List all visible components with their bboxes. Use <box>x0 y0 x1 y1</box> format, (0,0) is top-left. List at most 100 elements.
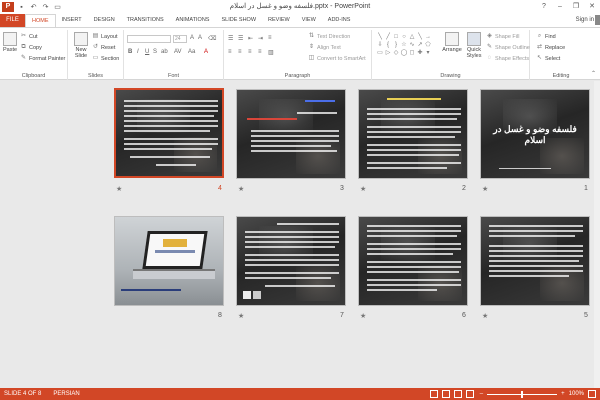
present-icon[interactable]: ▭ <box>53 3 62 12</box>
zoom-slider-thumb[interactable] <box>521 390 524 398</box>
tab-review[interactable]: REVIEW <box>262 14 296 27</box>
slide-show-view-icon[interactable] <box>465 390 474 398</box>
undo-icon[interactable]: ↶ <box>29 3 38 12</box>
sign-in-link[interactable]: Sign in <box>576 17 594 23</box>
transition-star-icon[interactable]: ★ <box>238 312 244 320</box>
increase-indent-icon[interactable]: ⇥ <box>258 35 263 42</box>
slide-thumbnail-4[interactable] <box>114 88 224 178</box>
shape-effects-button[interactable]: ◌ Shape Effects <box>486 55 529 62</box>
slide-thumbnail-5[interactable] <box>480 216 590 306</box>
transition-star-icon[interactable]: ★ <box>360 185 366 193</box>
align-text-button[interactable]: ⇕ Align Text <box>308 44 341 51</box>
tab-transitions[interactable]: TRANSITIONS <box>121 14 170 27</box>
zoom-percentage[interactable]: 100% <box>569 391 584 397</box>
bullets-icon[interactable]: ☰ <box>228 35 233 42</box>
tab-view[interactable]: VIEW <box>296 14 322 27</box>
vertical-scrollbar[interactable] <box>594 81 600 388</box>
layout-button[interactable]: ▤ Layout <box>92 33 118 40</box>
change-case-icon[interactable]: Aa <box>188 49 195 55</box>
normal-view-icon[interactable] <box>429 390 438 398</box>
arrange-button[interactable]: Arrange <box>442 32 462 53</box>
align-left-icon[interactable]: ≡ <box>228 49 232 55</box>
transition-star-icon[interactable]: ★ <box>482 185 488 193</box>
minimize-button[interactable]: – <box>552 0 568 14</box>
numbering-icon[interactable]: ☰ <box>238 35 243 42</box>
char-spacing-icon[interactable]: AV <box>174 49 182 55</box>
clear-format-icon[interactable]: ⌫ <box>208 35 216 42</box>
tab-add-ins[interactable]: ADD-INS <box>322 14 357 27</box>
restore-button[interactable]: ❐ <box>568 0 584 14</box>
align-center-icon[interactable]: ≡ <box>238 49 242 55</box>
slide-number-6: 6 <box>462 312 466 319</box>
strikethrough-icon[interactable]: ab <box>161 49 168 55</box>
callout-shape-icon: ◻ <box>409 50 415 56</box>
transition-star-icon[interactable]: ★ <box>116 185 122 193</box>
zoom-in-icon[interactable]: + <box>561 391 565 397</box>
tab-insert[interactable]: INSERT <box>56 14 88 27</box>
shapes-gallery[interactable]: ╲ ╱ □ ○ △ ╲ → ⇩{} ☆ ∿ ↗ ⬠ ▭ ▷ ◇ ◯ ◻ ✚ ▾ <box>376 33 440 63</box>
section-icon: ▭ <box>92 55 99 61</box>
justify-icon[interactable]: ≡ <box>258 49 262 55</box>
font-size-combo[interactable]: 24 <box>173 35 187 43</box>
language-indicator[interactable]: PERSIAN <box>53 391 79 397</box>
tab-file[interactable]: FILE <box>0 14 25 27</box>
font-color-icon[interactable]: A <box>204 49 208 55</box>
font-name-combo[interactable] <box>127 35 171 43</box>
fit-to-window-icon[interactable] <box>588 390 596 398</box>
underline-icon[interactable]: U <box>145 49 149 55</box>
convert-smartart-button[interactable]: ◫ Convert to SmartArt <box>308 55 366 62</box>
drawing-group: ╲ ╱ □ ○ △ ╲ → ⇩{} ☆ ∿ ↗ ⬠ ▭ ▷ ◇ ◯ ◻ ✚ ▾ Arrange Quick St… <box>372 30 530 80</box>
search-icon: ⌕ <box>537 33 542 39</box>
shrink-font-icon[interactable]: A <box>198 35 202 41</box>
format-painter-label: Format Painter <box>29 55 66 62</box>
grow-font-icon[interactable]: A <box>190 35 194 41</box>
slide-thumbnail-7[interactable] <box>236 216 346 306</box>
align-right-icon[interactable]: ≡ <box>248 49 252 55</box>
replace-button[interactable]: ⇄ Replace <box>536 44 565 51</box>
italic-icon[interactable]: I <box>137 49 139 55</box>
shape-fill-button[interactable]: ◈ Shape Fill <box>486 33 519 40</box>
bold-icon[interactable]: B <box>128 49 132 55</box>
cut-button[interactable]: ✂ Cut <box>20 33 38 40</box>
reset-button[interactable]: ↺ Reset <box>92 44 115 51</box>
section-button[interactable]: ▭ Section <box>92 55 120 62</box>
quick-styles-button[interactable]: Quick Styles <box>464 32 484 59</box>
slide-sorter-view-icon[interactable] <box>441 390 450 398</box>
columns-icon[interactable]: ▥ <box>268 49 274 56</box>
tab-slide-show[interactable]: SLIDE SHOW <box>215 14 262 27</box>
transition-star-icon[interactable]: ★ <box>238 185 244 193</box>
decrease-indent-icon[interactable]: ⇤ <box>248 35 253 42</box>
copy-button[interactable]: ⧉ Copy <box>20 44 42 51</box>
tab-home[interactable]: HOME <box>25 14 56 27</box>
zoom-slider[interactable] <box>487 390 558 398</box>
redo-icon[interactable]: ↷ <box>41 3 50 12</box>
slide-thumbnail-1[interactable]: فلسفه وضو و غسل در اسلام <box>480 89 590 179</box>
transition-star-icon[interactable]: ★ <box>482 312 488 320</box>
avatar[interactable] <box>595 15 600 25</box>
close-button[interactable]: ✕ <box>584 0 600 14</box>
slide-thumbnail-2[interactable] <box>358 89 468 179</box>
tab-animations[interactable]: ANIMATIONS <box>170 14 216 27</box>
save-icon[interactable]: ▪ <box>17 3 26 12</box>
reading-view-icon[interactable] <box>453 390 462 398</box>
collapse-ribbon-icon[interactable]: ⌃ <box>591 70 596 77</box>
tab-design[interactable]: DESIGN <box>88 14 121 27</box>
transition-star-icon[interactable]: ★ <box>360 312 366 320</box>
slide-8-logo <box>163 239 187 247</box>
zoom-out-icon[interactable]: – <box>480 391 483 397</box>
new-slide-button[interactable]: New Slide <box>71 32 91 59</box>
slide-thumbnail-3[interactable] <box>236 89 346 179</box>
find-button[interactable]: ⌕ Find <box>536 33 556 40</box>
slide-number-1: 1 <box>584 185 588 192</box>
slide-1-title: فلسفه وضو و غسل در اسلام <box>493 124 577 145</box>
text-direction-button[interactable]: ⇅ Text Direction <box>308 33 350 40</box>
paste-button[interactable]: Paste <box>3 32 17 53</box>
select-button[interactable]: ↖ Select <box>536 55 560 62</box>
slide-thumbnail-6[interactable] <box>358 216 468 306</box>
help-button[interactable]: ? <box>536 0 552 14</box>
shadow-icon[interactable]: S <box>153 49 157 55</box>
format-painter-button[interactable]: ✎ Format Painter <box>20 55 65 62</box>
line-spacing-icon[interactable]: ≡ <box>268 35 272 41</box>
slide-thumbnail-8[interactable] <box>114 216 224 306</box>
shape-outline-button[interactable]: ✎ Shape Outline <box>486 44 530 51</box>
